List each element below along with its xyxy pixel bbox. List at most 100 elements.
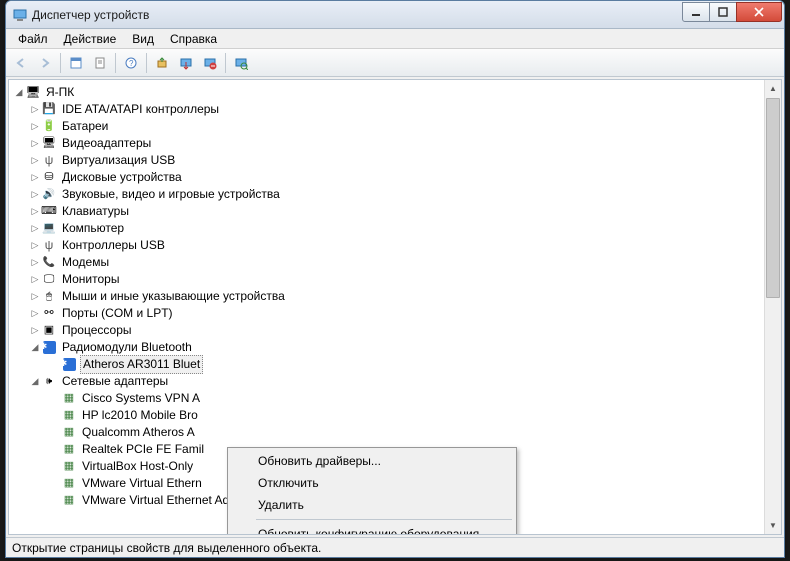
context-menu: Обновить драйверы... Отключить Удалить О… bbox=[227, 447, 517, 535]
tree-root[interactable]: ◢ Я-ПК bbox=[11, 84, 779, 101]
expand-icon[interactable]: ▷ bbox=[29, 186, 41, 203]
mouse-icon bbox=[41, 289, 57, 305]
disable-button[interactable] bbox=[175, 52, 197, 74]
category-usbvirt[interactable]: ▷Виртуализация USB bbox=[11, 152, 779, 169]
scroll-down-button[interactable]: ▼ bbox=[765, 517, 781, 534]
expand-icon[interactable]: ▷ bbox=[29, 305, 41, 322]
tree-label: Я-ПК bbox=[44, 84, 76, 101]
category-ports[interactable]: ▷Порты (COM и LPT) bbox=[11, 305, 779, 322]
content-area: ◢ Я-ПК ▷ IDE ATA/ATAPI контроллеры ▷Батар… bbox=[8, 79, 782, 535]
toolbar-separator bbox=[146, 53, 147, 73]
menu-help[interactable]: Справка bbox=[162, 30, 225, 48]
menu-action[interactable]: Действие bbox=[56, 30, 125, 48]
toolbar-separator bbox=[115, 53, 116, 73]
cpu-icon bbox=[41, 323, 57, 339]
tree-label: Компьютер bbox=[60, 220, 126, 237]
cm-delete[interactable]: Удалить bbox=[230, 494, 514, 516]
scroll-thumb[interactable] bbox=[766, 98, 780, 298]
svg-text:?: ? bbox=[129, 59, 134, 68]
help-button[interactable]: ? bbox=[120, 52, 142, 74]
device-hp-mobile[interactable]: HP lc2010 Mobile Bro bbox=[11, 407, 779, 424]
tree-label: VirtualBox Host-Only bbox=[80, 458, 195, 475]
cm-disable[interactable]: Отключить bbox=[230, 472, 514, 494]
expand-icon[interactable]: ▷ bbox=[29, 237, 41, 254]
close-button[interactable] bbox=[736, 2, 782, 22]
expand-icon[interactable]: ▷ bbox=[29, 101, 41, 118]
audio-icon bbox=[41, 187, 57, 203]
view-button[interactable] bbox=[65, 52, 87, 74]
network-icon bbox=[41, 374, 57, 390]
category-computer[interactable]: ▷ Компьютер bbox=[11, 220, 779, 237]
video-icon bbox=[41, 136, 57, 152]
computer-icon bbox=[25, 85, 41, 101]
usb-icon bbox=[41, 153, 57, 169]
collapse-icon[interactable]: ◢ bbox=[29, 373, 41, 390]
cm-update-drivers[interactable]: Обновить драйверы... bbox=[230, 450, 514, 472]
tree-label: Клавиатуры bbox=[60, 203, 131, 220]
tree-label: Дисковые устройства bbox=[60, 169, 184, 186]
bluetooth-icon bbox=[41, 340, 57, 356]
maximize-button[interactable] bbox=[709, 2, 737, 22]
expand-icon[interactable]: ▷ bbox=[29, 271, 41, 288]
category-modem[interactable]: ▷ Модемы bbox=[11, 254, 779, 271]
expand-icon[interactable]: ▷ bbox=[29, 322, 41, 339]
vertical-scrollbar[interactable]: ▲ ▼ bbox=[764, 80, 781, 534]
category-ide[interactable]: ▷ IDE ATA/ATAPI контроллеры bbox=[11, 101, 779, 118]
tree-label: Модемы bbox=[60, 254, 111, 271]
netcard-icon bbox=[61, 442, 77, 458]
keyboard-icon bbox=[41, 204, 57, 220]
tree-label: IDE ATA/ATAPI контроллеры bbox=[60, 101, 221, 118]
scan-hardware-button[interactable] bbox=[230, 52, 252, 74]
expand-icon[interactable]: ▷ bbox=[29, 288, 41, 305]
device-cisco-vpn[interactable]: Cisco Systems VPN A bbox=[11, 390, 779, 407]
cm-scan-hardware[interactable]: Обновить конфигурацию оборудования bbox=[230, 523, 514, 535]
back-button[interactable] bbox=[10, 52, 32, 74]
menu-file[interactable]: Файл bbox=[10, 30, 56, 48]
menu-view[interactable]: Вид bbox=[124, 30, 162, 48]
expand-icon[interactable]: ▷ bbox=[29, 220, 41, 237]
category-disk[interactable]: ▷ Дисковые устройства bbox=[11, 169, 779, 186]
computer-cat-icon bbox=[41, 221, 57, 237]
tree-label: Мониторы bbox=[60, 271, 121, 288]
category-battery[interactable]: ▷Батареи bbox=[11, 118, 779, 135]
properties-button[interactable] bbox=[89, 52, 111, 74]
uninstall-button[interactable] bbox=[199, 52, 221, 74]
tree-label: Радиомодули Bluetooth bbox=[60, 339, 194, 356]
category-usbctrl[interactable]: ▷Контроллеры USB bbox=[11, 237, 779, 254]
device-atheros-bt[interactable]: Atheros AR3011 Bluet bbox=[11, 356, 779, 373]
update-driver-button[interactable] bbox=[151, 52, 173, 74]
netcard-icon bbox=[61, 425, 77, 441]
tree-label: Realtek PCIe FE Famil bbox=[80, 441, 206, 458]
category-keyboard[interactable]: ▷ Клавиатуры bbox=[11, 203, 779, 220]
expand-icon[interactable]: ▷ bbox=[29, 203, 41, 220]
menubar: Файл Действие Вид Справка bbox=[6, 29, 784, 49]
expand-icon[interactable]: ▷ bbox=[29, 152, 41, 169]
netcard-icon bbox=[61, 391, 77, 407]
category-network[interactable]: ◢ Сетевые адаптеры bbox=[11, 373, 779, 390]
category-audio[interactable]: ▷Звуковые, видео и игровые устройства bbox=[11, 186, 779, 203]
scroll-up-button[interactable]: ▲ bbox=[765, 80, 781, 97]
expand-icon[interactable]: ▷ bbox=[29, 254, 41, 271]
category-mouse[interactable]: ▷Мыши и иные указывающие устройства bbox=[11, 288, 779, 305]
forward-button[interactable] bbox=[34, 52, 56, 74]
expand-icon[interactable]: ▷ bbox=[29, 118, 41, 135]
port-icon bbox=[41, 306, 57, 322]
titlebar[interactable]: Диспетчер устройств bbox=[6, 1, 784, 29]
toolbar-separator bbox=[225, 53, 226, 73]
category-video[interactable]: ▷Видеоадаптеры bbox=[11, 135, 779, 152]
tree-label: Процессоры bbox=[60, 322, 134, 339]
expand-icon[interactable]: ▷ bbox=[29, 169, 41, 186]
netcard-icon bbox=[61, 476, 77, 492]
window-buttons bbox=[683, 2, 782, 22]
tree-label: Сетевые адаптеры bbox=[60, 373, 170, 390]
app-icon bbox=[12, 7, 28, 23]
device-qualcomm[interactable]: Qualcomm Atheros A bbox=[11, 424, 779, 441]
collapse-icon[interactable]: ◢ bbox=[13, 84, 25, 101]
expand-icon[interactable]: ▷ bbox=[29, 135, 41, 152]
category-bluetooth[interactable]: ◢Радиомодули Bluetooth bbox=[11, 339, 779, 356]
category-monitor[interactable]: ▷ Мониторы bbox=[11, 271, 779, 288]
tree-label: Cisco Systems VPN A bbox=[80, 390, 202, 407]
minimize-button[interactable] bbox=[682, 2, 710, 22]
category-cpu[interactable]: ▷ Процессоры bbox=[11, 322, 779, 339]
tree-label: Qualcomm Atheros A bbox=[80, 424, 197, 441]
